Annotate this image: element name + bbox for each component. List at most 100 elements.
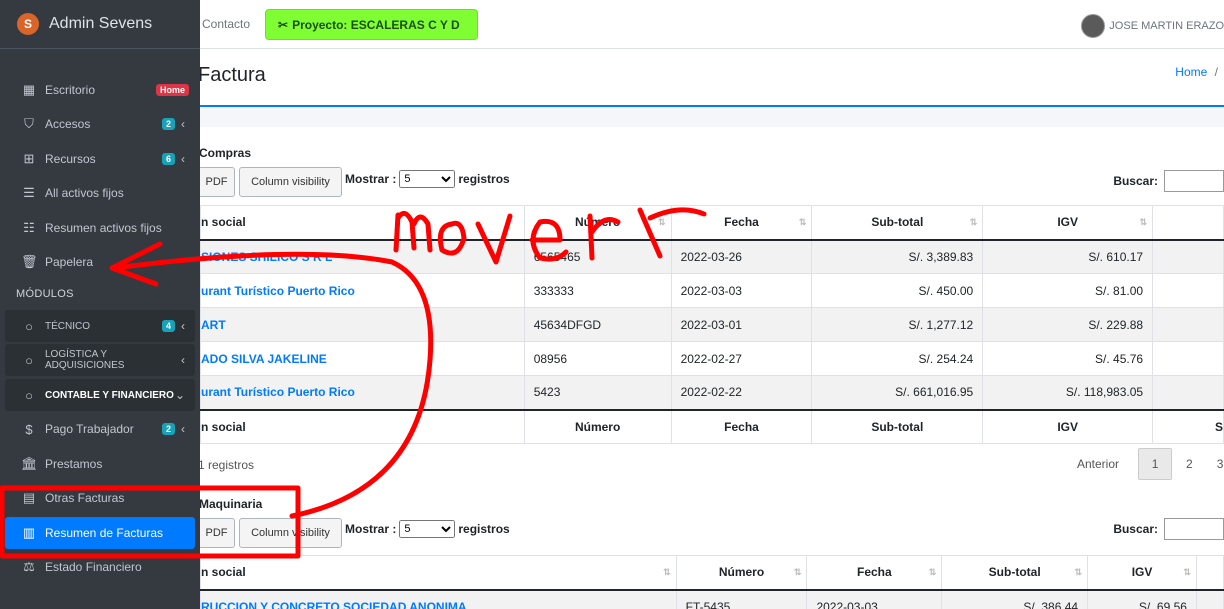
col-header-numero[interactable]: Número ⇅ (523, 205, 672, 241)
table-row[interactable]: urant Turístico Puerto Rico 5423 2022-02… (200, 375, 1224, 410)
table-row[interactable]: ADO SILVA JAKELINE 08956 2022-02-27 S/. … (200, 341, 1224, 376)
bank-icon: 🏛 (21, 456, 38, 471)
column-visibility-button[interactable]: Column visibility (239, 518, 342, 548)
cell-razon[interactable]: ADO SILVA JAKELINE (200, 341, 525, 376)
cell-truncated (1195, 589, 1224, 609)
footer-razon: n social (200, 408, 525, 444)
circle-icon: ○ (25, 387, 33, 403)
sidebar-item-tecnico[interactable]: ○ TÉCNICO 4 ‹ (5, 310, 195, 342)
sort-icon: ⇅ (1074, 567, 1083, 577)
col-header-truncated[interactable] (1152, 205, 1224, 241)
sidebar-item-resumen-facturas[interactable]: ▥ Resumen de Facturas (5, 517, 195, 549)
brand-name: Admin Sevens (49, 15, 153, 32)
footer-igv: IGV (982, 408, 1154, 444)
count-badge: 2 (161, 423, 175, 435)
cell-razon[interactable]: SIONES SHILICO S R L (200, 239, 525, 274)
cell-subtotal: S/. 386.44 (941, 589, 1089, 609)
sidebar-item-accesos[interactable]: ⛉ Accesos 2 ‹ (5, 108, 195, 140)
sidebar-item-contable[interactable]: ○ CONTABLE Y FINANCIERO ⌄ (5, 379, 195, 411)
sidebar-item-papelera[interactable]: 🗑 Papelera (5, 246, 195, 278)
sort-icon: ⇅ (793, 567, 802, 577)
page-button[interactable]: 2 (1186, 457, 1193, 471)
sidebar-item-prestamos[interactable]: 🏛 Prestamos (5, 448, 195, 480)
brand[interactable]: S Admin Sevens (0, 0, 200, 49)
buscar-control: Buscar: (1113, 170, 1224, 192)
dollar-icon: $ (25, 421, 33, 437)
sidebar-item-label: All activos fijos (45, 186, 124, 200)
sidebar-item-estado-financiero[interactable]: ⚖ Estado Financiero (5, 551, 195, 583)
mostrar-control: Mostrar : 5 registros (345, 170, 510, 188)
search-input[interactable] (1164, 170, 1224, 192)
table-header-row: n social Número ⇅ Fecha ⇅ Sub-total ⇅ IGV ⇅ (200, 205, 1224, 241)
sidebar-item-otras-facturas[interactable]: ▤ Otras Facturas (5, 482, 195, 514)
page-length-select[interactable]: 5 (399, 170, 456, 188)
cell-razon[interactable]: urant Turístico Puerto Rico (200, 375, 525, 410)
circle-icon: ○ (25, 318, 33, 334)
sidebar-item-label: Papelera (45, 255, 94, 269)
col-header-fecha[interactable]: Fecha ⇅ (670, 205, 813, 241)
col-header-fecha[interactable]: Fecha ⇅ (806, 555, 943, 591)
proyecto-badge[interactable]: ✂ Proyecto: ESCALERAS C Y D (265, 9, 478, 40)
cell-subtotal: S/. 450.00 (811, 273, 984, 308)
pdf-button[interactable]: PDF (198, 167, 235, 197)
col-header-igv[interactable]: IGV ⇅ (1087, 555, 1197, 591)
sort-icon: ⇅ (928, 567, 937, 577)
cell-subtotal: S/. 661,016.95 (811, 375, 984, 410)
contacto-link[interactable]: Contacto (202, 17, 250, 31)
sidebar-item-pago-trabajador[interactable]: $ Pago Trabajador 2 ‹ (5, 413, 195, 445)
sidebar-item-escritorio[interactable]: ▦ Escritorio Home (5, 74, 195, 106)
search-input[interactable] (1164, 518, 1224, 540)
chevron-left-icon: ‹ (181, 422, 185, 436)
compras-title: Compras (199, 146, 252, 160)
sidebar-item-label: LOGÍSTICA Y ADQUISICIONES (45, 349, 125, 371)
col-header-subtotal[interactable]: Sub-total ⇅ (941, 555, 1089, 591)
page-title: Factura (198, 64, 266, 86)
col-header-igv[interactable]: IGV ⇅ (982, 205, 1154, 241)
user-menu[interactable]: JOSE MARTIN ERAZO (1081, 14, 1224, 38)
footer-truncated: S (1152, 408, 1224, 444)
sidebar-item-label: Accesos (45, 117, 91, 131)
topbar: Contacto ✂ Proyecto: ESCALERAS C Y D JOS… (200, 0, 1224, 49)
table-row[interactable]: urant Turístico Puerto Rico 333333 2022-… (200, 273, 1224, 308)
cell-razon[interactable]: RUCCION Y CONCRETO SOCIEDAD ANONIMA (200, 589, 677, 609)
balance-icon: ⚖ (23, 559, 35, 574)
cell-fecha: 2022-02-22 (670, 375, 813, 410)
pdf-button[interactable]: PDF (198, 518, 235, 548)
table-footer-row: n social Número Fecha Sub-total IGV S (200, 408, 1224, 444)
col-header-truncated[interactable] (1195, 555, 1224, 591)
col-header-numero[interactable]: Número ⇅ (675, 555, 808, 591)
table-row[interactable]: ART 45634DFGD 2022-03-01 S/. 1,277.12 S/… (200, 307, 1224, 342)
prev-page-button[interactable]: Anterior (1077, 457, 1119, 471)
list-icon: ☰ (23, 185, 35, 200)
count-badge: 2 (161, 118, 175, 130)
cell-fecha: 2022-03-03 (806, 589, 943, 609)
cell-subtotal: S/. 254.24 (811, 341, 984, 376)
cell-subtotal: S/. 3,389.83 (811, 239, 984, 274)
cell-razon[interactable]: ART (200, 307, 525, 342)
breadcrumb-home[interactable]: Home (1175, 65, 1207, 79)
sort-icon: ⇅ (1139, 217, 1148, 227)
sort-icon: ⇅ (658, 217, 666, 227)
cell-igv: S/. 610.17 (982, 239, 1154, 274)
col-header-subtotal[interactable]: Sub-total ⇅ (811, 205, 984, 241)
cell-numero: 08956 (523, 341, 672, 376)
col-header-razon[interactable]: n social ⇅ (200, 555, 677, 591)
cell-razon[interactable]: urant Turístico Puerto Rico (200, 273, 525, 308)
sidebar-item-all-activos[interactable]: ☰ All activos fijos (5, 177, 195, 209)
column-visibility-button[interactable]: Column visibility (239, 167, 342, 197)
table-header-row: n social ⇅ Número ⇅ Fecha ⇅ Sub-total ⇅ IGV ⇅ (200, 555, 1224, 591)
table-row[interactable]: RUCCION Y CONCRETO SOCIEDAD ANONIMA FT-5… (200, 589, 1224, 609)
col-header-razon[interactable]: n social (200, 205, 525, 241)
sidebar-item-resumen-activos[interactable]: ☷ Resumen activos fijos (5, 212, 195, 244)
page-button[interactable]: 1 (1138, 448, 1173, 480)
sidebar-item-logistica[interactable]: ○ LOGÍSTICA Y ADQUISICIONES ‹ (5, 344, 195, 376)
sidebar-item-recursos[interactable]: ⊞ Recursos 6 ‹ (5, 143, 195, 175)
page-length-select[interactable]: 5 (399, 520, 456, 538)
cell-igv: S/. 69.56 (1087, 589, 1197, 609)
cell-numero: 333333 (523, 273, 672, 308)
table-row[interactable]: SIONES SHILICO S R L 6565465 2022-03-26 … (200, 239, 1224, 274)
chevron-left-icon: ‹ (181, 353, 185, 367)
cell-truncated (1152, 273, 1224, 308)
proyecto-label: Proyecto: ESCALERAS C Y D (292, 17, 460, 32)
page-button[interactable]: 3 (1217, 457, 1224, 471)
